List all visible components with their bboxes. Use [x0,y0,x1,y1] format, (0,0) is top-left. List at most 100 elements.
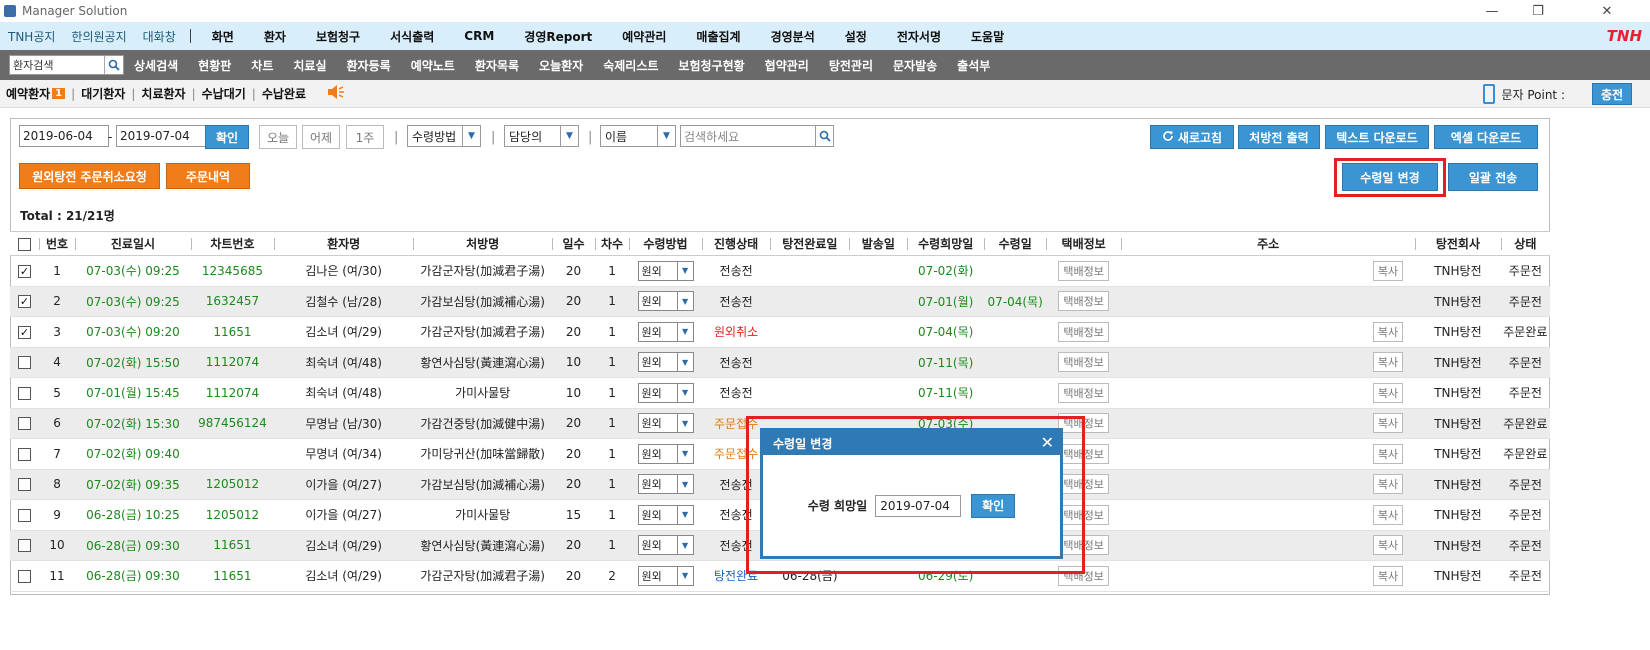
minimize-button[interactable]: — [1469,0,1515,22]
menu-screen[interactable]: 화면 [197,28,249,45]
copy-address-button[interactable]: 복사 [1372,321,1404,342]
menu-report[interactable]: 경영Report [509,28,607,45]
tool-reservation-note[interactable]: 예약노트 [401,57,465,74]
tab-payment-waiting[interactable]: 수납대기 [196,85,252,102]
row-checkbox[interactable] [17,569,31,583]
copy-address-button[interactable]: 복사 [1372,443,1404,464]
close-icon[interactable]: ✕ [1041,433,1054,452]
table-row[interactable]: ✓ 2 07-03(수) 09:25 1632457 김철수 (남/28) 가감보심탕(加… [10,286,1550,317]
table-row[interactable]: 5 07-01(월) 15:45 1112074 최숙녀 (여/48) 가미사물탕 10 1… [10,377,1550,409]
search-icon[interactable] [104,56,123,74]
method-dropdown[interactable]: 원외 ▼ [637,291,694,312]
copy-address-button[interactable]: 복사 [1372,382,1404,403]
menu-clinic-notice[interactable]: 한의원공지 [63,28,134,45]
copy-address-button[interactable]: 복사 [1372,352,1404,373]
one-week-button[interactable]: 1주 [346,125,384,149]
menu-analysis[interactable]: 경영분석 [756,28,830,45]
tab-payment-done[interactable]: 수납완료 [256,85,312,102]
method-dropdown[interactable]: 원외 ▼ [637,260,694,281]
date-from-input[interactable]: 2019-06-04 [19,125,109,147]
cancel-request-button[interactable]: 원외탕전 주문취소요청 [19,163,160,189]
batch-send-button[interactable]: 일괄 전송 [1448,163,1538,191]
row-select-cell[interactable]: ✓ [10,316,39,348]
patient-search-input[interactable] [10,56,104,74]
row-select-cell[interactable] [10,469,39,500]
tool-insurance-status[interactable]: 보험청구현황 [668,57,754,74]
menu-insurance[interactable]: 보험청구 [301,28,375,45]
charge-button[interactable]: 충전 [1592,83,1632,105]
row-checkbox[interactable] [17,478,31,492]
method-dropdown[interactable]: 원외 ▼ [637,352,694,373]
tool-status-board[interactable]: 현황판 [188,57,241,74]
row-select-cell[interactable] [10,560,39,592]
tab-reserved-patients[interactable]: 예약환자 1 [0,85,71,102]
table-row[interactable]: 4 07-02(화) 15:50 1112074 최숙녀 (여/48) 황연사심탕(黃連… [10,347,1550,378]
refresh-button[interactable]: 새로고침 [1150,125,1234,149]
delivery-info-button[interactable]: 택배정보 [1058,260,1109,281]
row-checkbox[interactable]: ✓ [17,325,31,339]
tool-treatment-room[interactable]: 치료실 [283,57,336,74]
copy-address-button[interactable]: 복사 [1372,474,1404,495]
menu-e-signature[interactable]: 전자서명 [882,28,956,45]
tool-homework-list[interactable]: 숙제리스트 [593,57,668,74]
row-select-cell[interactable] [10,438,39,470]
text-download-button[interactable]: 텍스트 다운로드 [1325,125,1429,149]
speaker-icon[interactable] [326,84,346,103]
restore-button[interactable]: ❐ [1515,0,1561,22]
menu-chat[interactable]: 대화창 [135,28,184,45]
wish-date-input[interactable] [875,494,962,517]
method-dropdown[interactable]: 원외 ▼ [637,474,694,495]
menu-sales[interactable]: 매출집계 [681,28,755,45]
delivery-info-button[interactable]: 택배정보 [1058,382,1109,403]
select-all-header[interactable] [10,231,39,256]
delivery-info-button[interactable]: 택배정보 [1058,291,1109,312]
menu-crm[interactable]: CRM [449,29,509,43]
tab-treatment-patients[interactable]: 치료환자 [135,85,191,102]
filter-confirm-button[interactable]: 확인 [205,125,249,149]
row-checkbox[interactable] [17,447,31,461]
copy-address-button[interactable]: 복사 [1372,504,1404,525]
method-dropdown[interactable]: 원외 ▼ [637,321,694,342]
method-dropdown[interactable]: 원외 ▼ [637,443,694,464]
tool-send-sms[interactable]: 문자발송 [883,57,947,74]
row-select-cell[interactable] [10,408,39,439]
tool-detail-search[interactable]: 상세검색 [124,57,188,74]
select-all-checkbox[interactable] [17,237,31,251]
row-select-cell[interactable] [10,347,39,378]
keyword-search[interactable]: 검색하세요 [680,125,834,147]
copy-address-button[interactable]: 복사 [1372,535,1404,556]
method-dropdown[interactable]: 원외 ▼ [637,413,694,434]
dialog-confirm-button[interactable]: 확인 [971,493,1016,518]
method-dropdown[interactable]: 원외 ▼ [637,535,694,556]
table-row[interactable]: ✓ 1 07-03(수) 09:25 12345685 김나은 (여/30) 가감군자탕(… [10,255,1550,287]
copy-address-button[interactable]: 복사 [1372,260,1404,281]
row-checkbox[interactable] [17,539,31,553]
row-select-cell[interactable]: ✓ [10,255,39,287]
print-prescription-button[interactable]: 처방전 출력 [1238,125,1320,149]
row-select-cell[interactable] [10,377,39,409]
menu-settings[interactable]: 설정 [830,28,882,45]
method-dropdown[interactable]: 원외 ▼ [637,504,694,525]
date-to-input[interactable]: 2019-07-04 [116,125,206,147]
today-button[interactable]: 오늘 [259,125,297,149]
method-select[interactable]: 수령방법 ▼ [407,125,481,147]
tool-patient-list[interactable]: 환자목록 [465,57,529,74]
tool-decoction[interactable]: 탕전관리 [819,57,883,74]
search-field-select[interactable]: 이름 ▼ [600,125,676,147]
tool-today-patients[interactable]: 오늘환자 [529,57,593,74]
table-row[interactable]: ✓ 3 07-03(수) 09:20 11651 김소녀 (여/29) 가감군자탕(加減君… [10,316,1550,348]
method-dropdown[interactable]: 원외 ▼ [637,382,694,403]
tool-agreement[interactable]: 협약관리 [755,57,819,74]
row-checkbox[interactable]: ✓ [17,295,31,309]
menu-forms[interactable]: 서식출력 [375,28,449,45]
search-icon[interactable] [815,126,833,146]
tool-attendance[interactable]: 출석부 [947,57,1000,74]
row-checkbox[interactable] [17,356,31,370]
menu-help[interactable]: 도움말 [956,28,1019,45]
menu-tnh-notice[interactable]: TNH공지 [0,28,63,45]
row-select-cell[interactable] [10,530,39,561]
keyword-search-input[interactable]: 검색하세요 [684,128,739,145]
delivery-info-button[interactable]: 택배정보 [1058,352,1109,373]
row-checkbox[interactable]: ✓ [17,264,31,278]
change-date-button[interactable]: 수령일 변경 [1342,163,1438,191]
